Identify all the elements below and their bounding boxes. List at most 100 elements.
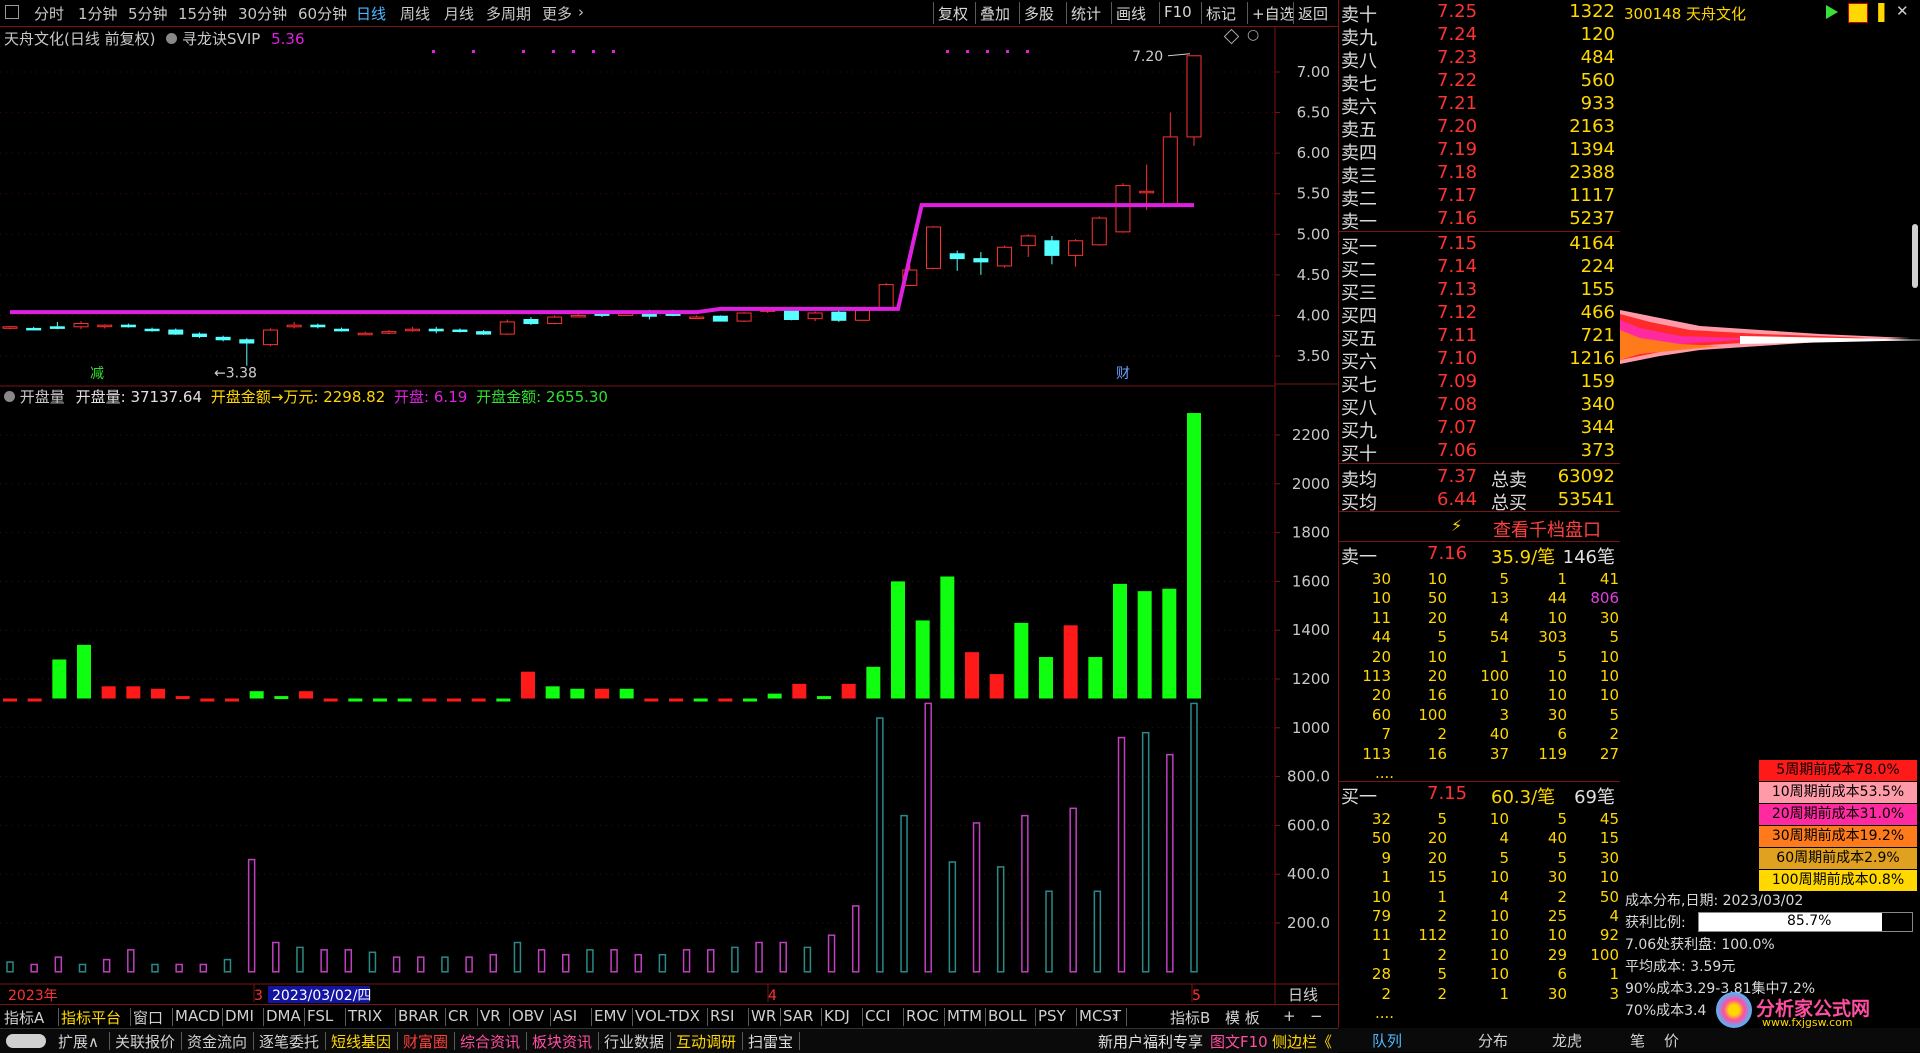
indicator-tab-10[interactable]: VR — [480, 1007, 501, 1025]
bottom-tab-5[interactable]: 财富圈 — [403, 1031, 448, 1052]
settings-icon[interactable]: ▐ — [1872, 3, 1886, 22]
period-tab-7[interactable]: 周线 — [400, 3, 430, 24]
period-tab-3[interactable]: 15分钟 — [178, 3, 227, 24]
buy-level-9[interactable]: 买九 7.07 344 — [1341, 417, 1619, 442]
cost-legend-item[interactable]: 20周期前成本31.0% — [1758, 803, 1918, 826]
jian-marker[interactable]: 减 — [90, 366, 104, 382]
indicator-tab-4[interactable]: DMI — [225, 1007, 254, 1025]
tab-scroll-right-icon[interactable]: › — [1112, 1007, 1118, 1025]
sell-level-3[interactable]: 卖三 7.18 2388 — [1341, 162, 1619, 187]
bottom-tab-7[interactable]: 板块资讯 — [532, 1031, 592, 1052]
toolbar-button-6[interactable]: 标记 — [1206, 3, 1236, 24]
indicator-tab-0[interactable]: 指标A — [4, 1007, 44, 1028]
toolbar-button-7[interactable]: +自选 — [1252, 3, 1295, 24]
indicator-tab-9[interactable]: CR — [448, 1007, 469, 1025]
buy-level-6[interactable]: 买六 7.10 1216 — [1341, 348, 1619, 373]
period-tab-2[interactable]: 5分钟 — [128, 3, 168, 24]
cost-legend-item[interactable]: 30周期前成本19.2% — [1758, 825, 1918, 848]
indicator-tab-14[interactable]: VOL-TDX — [635, 1007, 700, 1025]
sell-level-1[interactable]: 卖一 7.16 5237 — [1341, 208, 1619, 233]
sell-level-7[interactable]: 卖七 7.22 560 — [1341, 70, 1619, 95]
indicator-tab-21[interactable]: MTM — [947, 1007, 982, 1025]
cai-marker[interactable]: 财 — [1116, 366, 1130, 382]
toolbar-button-4[interactable]: 画线 — [1116, 3, 1146, 24]
indicator-tab-23[interactable]: PSY — [1038, 1007, 1066, 1025]
period-tab-1[interactable]: 1分钟 — [78, 3, 118, 24]
period-tab-0[interactable]: 分时 — [34, 3, 64, 24]
more-chevron-icon[interactable]: › — [578, 3, 584, 21]
indicator-tab-12[interactable]: ASI — [553, 1007, 577, 1025]
bottom-tab-9[interactable]: 互动调研 — [676, 1031, 736, 1052]
indicator-tab-6[interactable]: FSL — [307, 1007, 333, 1025]
period-tab-4[interactable]: 30分钟 — [238, 3, 287, 24]
buy-level-4[interactable]: 买四 7.12 466 — [1341, 302, 1619, 327]
toolbar-button-1[interactable]: 叠加 — [980, 3, 1010, 24]
expand-toggle[interactable] — [6, 1034, 46, 1048]
bottom-tab-8[interactable]: 行业数据 — [604, 1031, 664, 1052]
buy-level-7[interactable]: 买七 7.09 159 — [1341, 371, 1619, 396]
f10-link[interactable]: 图文F10 — [1210, 1031, 1268, 1052]
bottom-tab-3[interactable]: 逐笔委托 — [259, 1031, 319, 1052]
sell-level-9[interactable]: 卖九 7.24 120 — [1341, 24, 1619, 49]
promo-link[interactable]: 新用户福利专享 — [1098, 1031, 1203, 1052]
bottom-tab-6[interactable]: 综合资讯 — [460, 1031, 520, 1052]
cost-legend-item[interactable]: 10周期前成本53.5% — [1758, 781, 1918, 804]
cost-legend-item[interactable]: 100周期前成本0.8% — [1758, 869, 1918, 892]
panel-tab-1[interactable]: 分布 — [1478, 1030, 1508, 1051]
sidebar-toggle[interactable]: 侧边栏《 — [1272, 1031, 1332, 1052]
sell-level-8[interactable]: 卖八 7.23 484 — [1341, 47, 1619, 72]
panel-tab-3[interactable]: 笔 — [1630, 1030, 1645, 1051]
view-1000-button[interactable]: 查看千档盘口 — [1493, 516, 1601, 542]
indicator-tab-7[interactable]: TRIX — [348, 1007, 382, 1025]
panel-tab-2[interactable]: 龙虎 — [1552, 1030, 1582, 1051]
sell-level-5[interactable]: 卖五 7.20 2163 — [1341, 116, 1619, 141]
indicator-right-1[interactable]: 模 板 — [1225, 1007, 1260, 1028]
panel-close-icon[interactable]: ✕ — [1896, 2, 1910, 20]
toolbar-button-8[interactable]: 返回 — [1298, 3, 1328, 24]
toolbar-button-5[interactable]: F10 — [1164, 3, 1192, 21]
indicator-tab-13[interactable]: EMV — [594, 1007, 627, 1025]
panel-tab-4[interactable]: 价 — [1664, 1030, 1679, 1051]
indicator-tab-15[interactable]: RSI — [710, 1007, 734, 1025]
toolbar-button-0[interactable]: 复权 — [938, 3, 968, 24]
toolbar-button-2[interactable]: 多股 — [1024, 3, 1054, 24]
sell-level-10[interactable]: 卖十 7.25 1322 — [1341, 1, 1619, 26]
period-tab-5[interactable]: 60分钟 — [298, 3, 347, 24]
buy-level-1[interactable]: 买一 7.15 4164 — [1341, 233, 1619, 258]
indicator-tab-18[interactable]: KDJ — [824, 1007, 850, 1025]
indicator-right-2[interactable]: + — [1283, 1007, 1296, 1025]
bottom-tab-2[interactable]: 资金流向 — [187, 1031, 247, 1052]
indicator-tab-3[interactable]: MACD — [175, 1007, 220, 1025]
chart-canvas[interactable]: 7.00 6.50 6.00 5.50 5.00 4.50 4.00 3.50 2200 2000… — [0, 26, 1338, 1004]
bottom-tab-1[interactable]: 关联报价 — [115, 1031, 175, 1052]
indicator-tab-17[interactable]: SAR — [783, 1007, 813, 1025]
period-tab-6[interactable]: 日线 — [356, 3, 386, 24]
sell-level-6[interactable]: 卖六 7.21 933 — [1341, 93, 1619, 118]
indicator-tab-2[interactable]: 窗口 — [133, 1007, 163, 1028]
buy-level-3[interactable]: 买三 7.13 155 — [1341, 279, 1619, 304]
indicator-tab-1[interactable]: 指标平台 — [61, 1007, 121, 1028]
indicator-tab-20[interactable]: ROC — [906, 1007, 939, 1025]
bottom-tab-4[interactable]: 短线基因 — [331, 1031, 391, 1052]
indicator-tab-5[interactable]: DMA — [266, 1007, 301, 1025]
indicator-tab-8[interactable]: BRAR — [398, 1007, 439, 1025]
indicator-tab-22[interactable]: BOLL — [988, 1007, 1027, 1025]
cost-legend-item[interactable]: 5周期前成本78.0% — [1758, 759, 1918, 782]
flag-icon[interactable] — [1826, 5, 1838, 19]
indicator-tab-11[interactable]: OBV — [512, 1007, 544, 1025]
cost-legend-item[interactable]: 60周期前成本2.9% — [1758, 847, 1918, 870]
bottom-tab-0[interactable]: 扩展∧ — [58, 1031, 99, 1052]
scroll-handle[interactable] — [1912, 224, 1918, 288]
period-tab-9[interactable]: 多周期 — [486, 3, 531, 24]
buy-level-2[interactable]: 买二 7.14 224 — [1341, 256, 1619, 281]
indicator-tab-16[interactable]: WR — [751, 1007, 776, 1025]
period-tab-8[interactable]: 月线 — [444, 3, 474, 24]
menu-toggle-icon[interactable] — [5, 5, 19, 19]
sell-level-2[interactable]: 卖二 7.17 1117 — [1341, 185, 1619, 210]
bottom-tab-10[interactable]: 扫雷宝 — [748, 1031, 793, 1052]
period-tab-10[interactable]: 更多 — [542, 3, 572, 24]
sell-level-4[interactable]: 卖四 7.19 1394 — [1341, 139, 1619, 164]
indicator-right-3[interactable]: − — [1310, 1007, 1323, 1025]
buy-level-8[interactable]: 买八 7.08 340 — [1341, 394, 1619, 419]
indicator-tab-19[interactable]: CCI — [865, 1007, 890, 1025]
